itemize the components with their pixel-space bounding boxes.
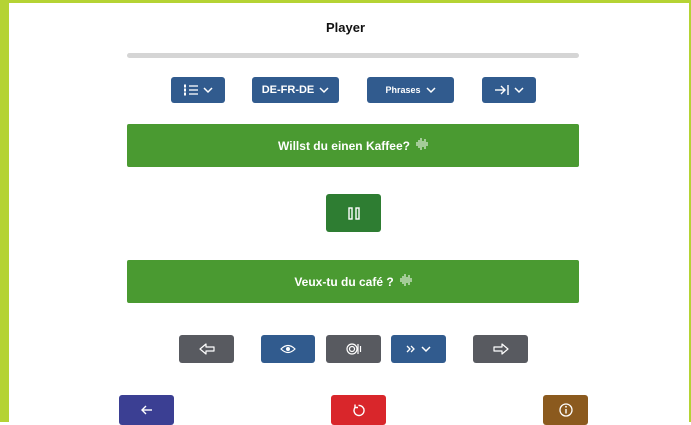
speed-dropdown-button[interactable]: [391, 335, 446, 363]
audio-waveform-icon: [400, 274, 412, 289]
fast-forward-icon: [406, 345, 416, 353]
numbered-list-icon: [183, 84, 198, 96]
chevron-down-icon: [513, 86, 524, 94]
mode-label: Phrases: [385, 85, 421, 95]
pause-icon: [347, 206, 360, 220]
arrow-right-outline-icon: [492, 343, 509, 355]
source-phrase-card[interactable]: Willst du einen Kaffee?: [127, 124, 579, 167]
target-phrase-text: Veux-tu du café ?: [294, 274, 394, 289]
chevron-down-icon: [421, 345, 431, 353]
target-phrase-card[interactable]: Veux-tu du café ?: [127, 260, 579, 303]
source-phrase-text: Willst du einen Kaffee?: [278, 138, 410, 153]
info-button[interactable]: [543, 395, 588, 425]
skip-dropdown-button[interactable]: [482, 77, 536, 103]
language-dropdown-button[interactable]: DE-FR-DE: [252, 77, 339, 103]
mode-dropdown-button[interactable]: Phrases: [367, 77, 454, 103]
reset-button[interactable]: [331, 395, 386, 425]
previous-button[interactable]: [179, 335, 234, 363]
language-label: DE-FR-DE: [261, 84, 315, 96]
next-button[interactable]: [473, 335, 528, 363]
skip-to-end-icon: [494, 84, 509, 96]
eye-icon: [280, 344, 296, 354]
show-translation-button[interactable]: [261, 335, 315, 363]
audio-waveform-icon: [416, 138, 428, 153]
back-button[interactable]: [119, 395, 174, 425]
progress-bar: [127, 53, 579, 58]
list-dropdown-button[interactable]: [171, 77, 225, 103]
page-title: Player: [325, 20, 366, 35]
info-icon: [558, 403, 573, 417]
chevron-down-icon: [425, 86, 436, 94]
arrow-left-outline-icon: [198, 343, 215, 355]
chevron-down-icon: [319, 86, 329, 94]
arrow-left-icon: [140, 405, 153, 415]
replay-audio-icon: [345, 342, 362, 356]
pause-button[interactable]: [326, 194, 381, 232]
replay-audio-button[interactable]: [326, 335, 381, 363]
chevron-down-icon: [202, 86, 213, 94]
reset-icon: [352, 404, 365, 417]
